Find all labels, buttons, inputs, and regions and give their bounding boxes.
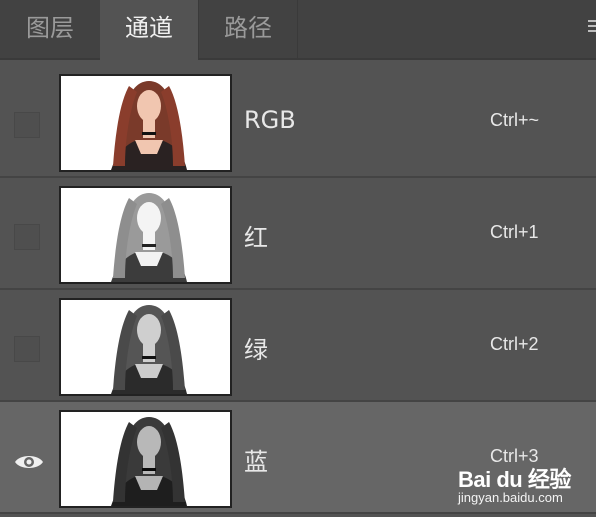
channel-shortcut: Ctrl+1 bbox=[490, 222, 539, 242]
tab-paths[interactable]: 路径 bbox=[198, 0, 298, 58]
channel-name: 绿 bbox=[244, 336, 268, 364]
visibility-toggle[interactable] bbox=[14, 112, 40, 138]
channel-row-rgb[interactable]: RGB Ctrl+~ bbox=[0, 66, 596, 178]
tab-channels[interactable]: 通道 bbox=[100, 0, 198, 60]
panel-menu-icon[interactable] bbox=[588, 20, 596, 38]
watermark-url: jingyan.baidu.com bbox=[458, 490, 563, 505]
channel-name: RGB bbox=[244, 106, 296, 134]
channel-row-red[interactable]: 红 Ctrl+1 bbox=[0, 178, 596, 290]
panel-tab-bar: 图层 通道 路径 bbox=[0, 0, 596, 60]
tab-layers[interactable]: 图层 bbox=[0, 0, 100, 58]
channel-thumbnail-red bbox=[59, 186, 232, 284]
channel-thumbnail-green bbox=[59, 298, 232, 396]
visibility-toggle[interactable] bbox=[14, 336, 40, 362]
channel-name: 红 bbox=[244, 224, 268, 252]
eye-icon[interactable] bbox=[14, 452, 44, 476]
channel-shortcut: Ctrl+~ bbox=[490, 110, 540, 130]
channel-name: 蓝 bbox=[244, 448, 268, 476]
channel-shortcut: Ctrl+2 bbox=[490, 334, 539, 354]
channel-row-green[interactable]: 绿 Ctrl+2 bbox=[0, 290, 596, 402]
baidu-watermark: Bai du 经验 jingyan.baidu.com bbox=[458, 462, 592, 514]
channel-thumbnail-rgb bbox=[59, 74, 232, 172]
visibility-toggle[interactable] bbox=[14, 224, 40, 250]
channel-thumbnail-blue bbox=[59, 410, 232, 508]
channels-panel: 图层 通道 路径 RGB Ctrl+~ 红 Ctrl+1 绿 Ctrl+2 蓝 … bbox=[0, 0, 596, 517]
